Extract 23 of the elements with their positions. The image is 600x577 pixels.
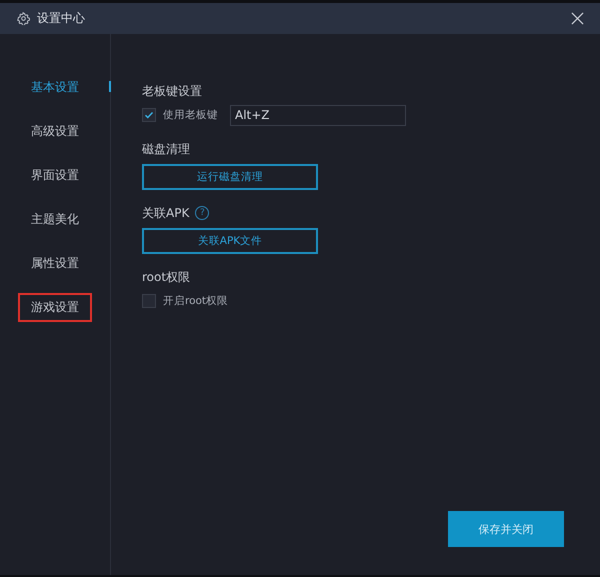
checkbox-label: 开启root权限: [163, 294, 228, 308]
window-title: 设置中心: [37, 10, 86, 27]
section-title: 磁盘清理: [142, 140, 190, 158]
selection-indicator: [109, 81, 111, 92]
sidebar-item[interactable]: 高级设置: [18, 118, 92, 144]
sidebar-item[interactable]: 属性设置: [18, 250, 92, 276]
settings-icon: [17, 12, 30, 25]
section-title: 关联APK: [142, 204, 190, 222]
help-icon[interactable]: ?: [195, 206, 210, 220]
checkbox-label: 使用老板键: [163, 108, 218, 122]
sidebar-item[interactable]: 主题美化: [18, 206, 92, 232]
sidebar-item[interactable]: 界面设置: [18, 162, 92, 188]
checkbox[interactable]: [142, 294, 156, 308]
action-button[interactable]: 关联APK文件: [142, 228, 318, 254]
close-icon[interactable]: [571, 12, 584, 25]
checkbox[interactable]: [142, 108, 156, 122]
sidebar-item[interactable]: 游戏设置: [18, 292, 92, 322]
section-title: 老板键设置: [142, 82, 202, 100]
hotkey-field[interactable]: Alt+Z: [230, 104, 406, 126]
section-title: root权限: [142, 268, 190, 286]
check-icon: [144, 110, 154, 120]
sidebar-item[interactable]: 基本设置: [18, 74, 92, 100]
action-button[interactable]: 运行磁盘清理: [142, 164, 318, 190]
